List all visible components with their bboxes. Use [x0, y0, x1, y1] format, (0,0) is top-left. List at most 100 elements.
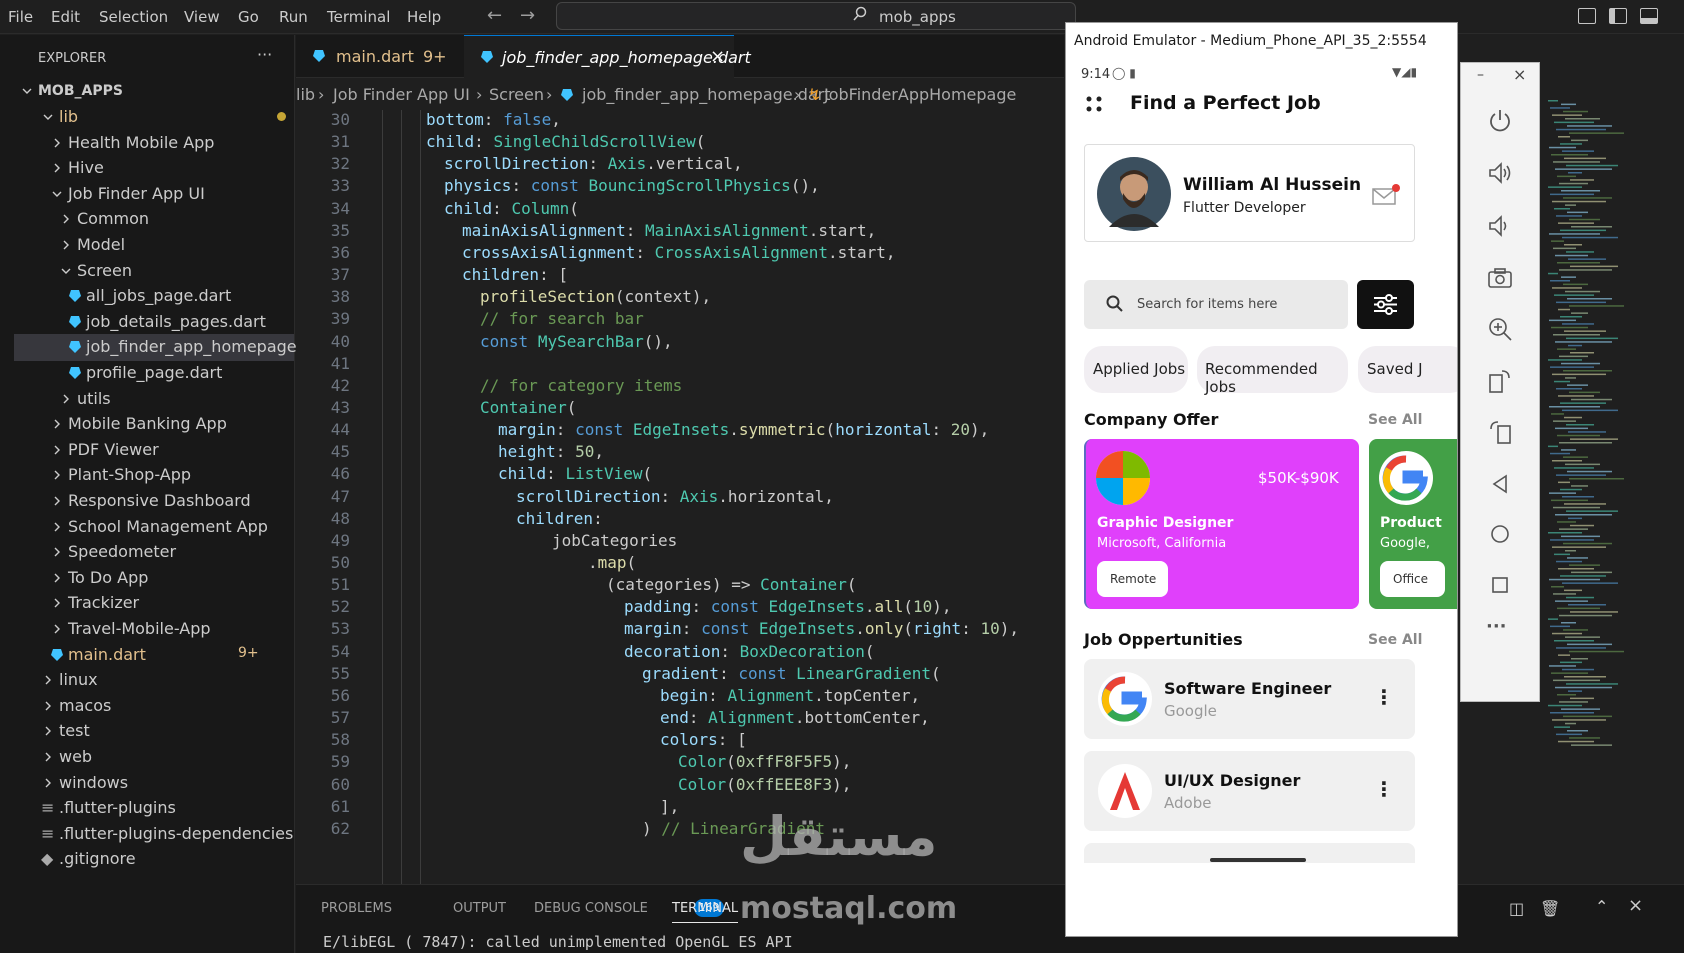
panel-tab-terminal[interactable]: TERMINAL	[672, 901, 739, 923]
menu-go[interactable]: Go	[238, 8, 259, 26]
see-all-link[interactable]: See All	[1368, 632, 1422, 648]
menu-edit[interactable]: Edit	[51, 8, 80, 26]
tree-item[interactable]: Hive	[14, 155, 294, 182]
minimize-icon[interactable]: –	[1477, 67, 1484, 83]
tree-item[interactable]: macos	[14, 693, 294, 720]
menu-selection[interactable]: Selection	[99, 8, 168, 26]
forward-arrow-icon[interactable]: →	[520, 5, 535, 26]
tab-job-finder-homepage[interactable]: job_finder_app_homepage.dart ×	[464, 35, 751, 78]
tree-item[interactable]: Trackizer	[14, 590, 294, 617]
code-line: child: ListView(	[498, 464, 653, 484]
more-vertical-icon[interactable]: ⋮	[1374, 777, 1394, 801]
trash-icon[interactable]: 🗑	[1540, 899, 1560, 918]
tree-item[interactable]: profile_page.dart	[14, 360, 294, 387]
tree-item[interactable]: linux	[14, 667, 294, 694]
back-arrow-icon[interactable]: ←	[487, 5, 502, 26]
command-center[interactable]: mob_apps	[556, 2, 1076, 30]
tree-item[interactable]: job_finder_app_homepage....	[14, 334, 317, 362]
tree-item[interactable]: Job Finder App UI	[14, 181, 294, 208]
see-all-link[interactable]: See All	[1368, 412, 1422, 428]
offer-title: Graphic Designer	[1097, 515, 1234, 531]
offer-card[interactable]: Product Google, Office	[1369, 439, 1457, 609]
tree-item[interactable]: main.dart 9+	[14, 642, 294, 669]
job-card[interactable]: Software Engineer Google ⋮	[1084, 659, 1415, 739]
profile-card[interactable]: William Al Hussein Flutter Developer	[1084, 144, 1415, 242]
toggle-sidebar-icon[interactable]	[1609, 8, 1627, 24]
chevron-up-icon[interactable]: ⌃	[1595, 897, 1608, 916]
tree-root[interactable]: MOB_APPS	[14, 78, 294, 105]
line-number: 45	[330, 442, 350, 462]
job-card[interactable]: UI/UX Designer Adobe ⋮	[1084, 751, 1415, 831]
back-icon[interactable]	[1487, 471, 1513, 497]
toggle-panel-icon[interactable]	[1640, 8, 1658, 24]
rotate-right-icon[interactable]	[1487, 368, 1513, 394]
line-number: 59	[330, 752, 350, 772]
more-icon[interactable]: ···	[1486, 616, 1507, 637]
tree-item[interactable]: To Do App	[14, 565, 294, 592]
volume-up-icon[interactable]	[1487, 160, 1513, 186]
tree-item[interactable]: web	[14, 744, 294, 771]
tree-item[interactable]: Health Mobile App	[14, 130, 294, 157]
tree-item[interactable]: Responsive Dashboard	[14, 488, 294, 515]
split-terminal-icon[interactable]: ◫	[1509, 899, 1524, 918]
zoom-in-icon[interactable]	[1487, 316, 1513, 342]
tree-item[interactable]: Common	[14, 206, 294, 233]
panel-tab-problems[interactable]: PROBLEMS	[321, 901, 392, 916]
code-editor[interactable]: 30 bottom: false, 31 child: SingleChildScro…	[296, 110, 1064, 885]
chip-saved-jobs[interactable]: Saved J	[1358, 346, 1457, 393]
tree-item-label: Model	[77, 235, 126, 254]
minimap[interactable]	[1540, 100, 1684, 800]
tree-item[interactable]: job_details_pages.dart	[14, 309, 294, 336]
tree-item[interactable]: Speedometer	[14, 539, 294, 566]
filter-button[interactable]	[1357, 280, 1414, 329]
line-number: 55	[330, 663, 350, 683]
line-number: 39	[330, 309, 350, 329]
breadcrumb-item[interactable]: JobFinderAppHomepage	[824, 85, 1016, 104]
menu-view[interactable]: View	[184, 8, 220, 26]
menu-file[interactable]: File	[8, 8, 33, 26]
breadcrumb-item[interactable]: Job Finder App UI	[333, 85, 470, 104]
tree-item[interactable]: ≡ .flutter-plugins	[14, 795, 294, 822]
menu-terminal[interactable]: Terminal	[327, 8, 390, 26]
tree-item[interactable]: windows	[14, 770, 294, 797]
close-icon[interactable]: ×	[1628, 895, 1643, 916]
power-icon[interactable]	[1487, 107, 1513, 133]
tree-item[interactable]: lib	[14, 104, 294, 131]
tree-item[interactable]: Screen	[14, 258, 294, 285]
more-icon[interactable]: ···	[257, 45, 272, 64]
search-input[interactable]: Search for items here	[1084, 280, 1348, 329]
menu-help[interactable]: Help	[407, 8, 441, 26]
offer-card[interactable]: $50K-$90K Graphic Designer Microsoft, Ca…	[1084, 439, 1359, 609]
tree-item[interactable]: ≡ .flutter-plugins-dependencies	[14, 821, 294, 848]
tree-item[interactable]: School Management App	[14, 514, 294, 541]
close-icon[interactable]: ×	[710, 46, 725, 67]
more-vertical-icon[interactable]: ⋮	[1374, 685, 1394, 709]
tree-item[interactable]: utils	[14, 386, 294, 413]
close-icon[interactable]: ×	[1513, 65, 1526, 84]
tree-item[interactable]: Travel-Mobile-App	[14, 616, 294, 643]
chip-recommended-jobs[interactable]: Recommended Jobs	[1197, 346, 1348, 396]
chip-applied-jobs[interactable]: Applied Jobs	[1084, 346, 1188, 393]
panel-tab-output[interactable]: OUTPUT	[453, 901, 506, 916]
panel-tab-debug-console[interactable]: DEBUG CONSOLE	[534, 901, 648, 916]
camera-icon[interactable]	[1487, 265, 1513, 291]
breadcrumb-item[interactable]: lib	[296, 85, 315, 104]
tree-item[interactable]: Model	[14, 232, 294, 259]
layout-icon[interactable]	[1578, 8, 1596, 24]
tree-item[interactable]: PDF Viewer	[14, 437, 294, 464]
overview-icon[interactable]	[1487, 572, 1513, 598]
tree-item[interactable]: Plant-Shop-App	[14, 462, 294, 489]
breadcrumb-item[interactable]: Screen	[489, 85, 544, 104]
tree-item[interactable]: Mobile Banking App	[14, 411, 294, 438]
home-icon[interactable]	[1487, 521, 1513, 547]
rotate-left-icon[interactable]	[1487, 419, 1513, 445]
line-number: 46	[330, 464, 350, 484]
tree-item[interactable]: all_jobs_page.dart	[14, 283, 294, 310]
menu-run[interactable]: Run	[279, 8, 308, 26]
volume-down-icon[interactable]	[1487, 213, 1513, 239]
tree-item[interactable]: test	[14, 718, 294, 745]
menu-dots-icon[interactable]	[1085, 95, 1103, 113]
tab-main-dart[interactable]: main.dart 9+	[296, 35, 464, 78]
tree-item[interactable]: ◆ .gitignore	[14, 846, 294, 873]
mail-icon[interactable]	[1371, 183, 1401, 207]
